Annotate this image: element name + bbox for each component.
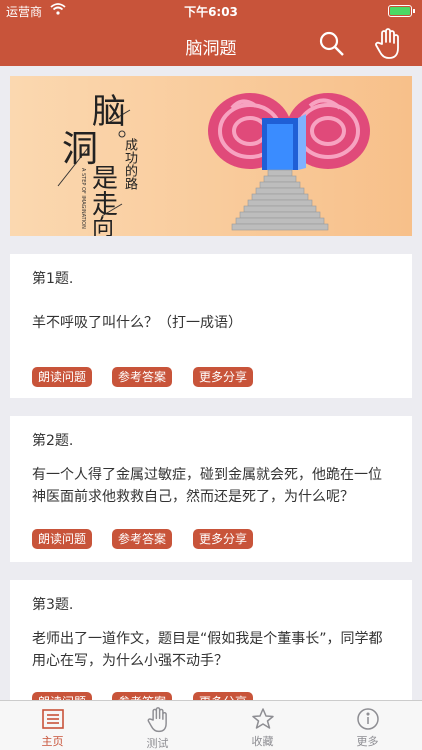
read-question-button[interactable]: 朗读问题	[32, 692, 93, 700]
question-number: 第3题.	[32, 597, 74, 613]
tab-home[interactable]: 主页	[0, 701, 105, 750]
read-question-button[interactable]: 朗读问题	[32, 367, 93, 387]
reference-answer-button[interactable]: 参考答案	[112, 367, 173, 387]
info-icon	[356, 708, 379, 730]
read-question-button[interactable]: 朗读问题	[32, 529, 93, 549]
tab-label: 更多	[356, 735, 379, 748]
tab-favorites[interactable]: 收藏	[210, 701, 315, 750]
tab-test[interactable]: 测试	[105, 701, 210, 750]
question-card: 第3题. 老师出了一道作文，题目是“假如我是个董事长”，同学都 用心在写，为什么…	[10, 580, 412, 700]
tab-label: 主页	[41, 735, 64, 748]
tab-label: 收藏	[251, 735, 274, 748]
banner-char-5: 向	[92, 216, 115, 236]
banner-image[interactable]: 脑 洞 是 走 向 成功的路 A STEP OF IMAGINATION	[10, 76, 412, 236]
question-text: 老师出了一道作文，题目是“假如我是个董事长”，同学都	[32, 631, 383, 647]
more-share-button[interactable]: 更多分享	[193, 367, 254, 387]
banner-small-text: A STEP OF IMAGINATION	[80, 168, 86, 229]
nav-bar: 脑洞题	[0, 22, 422, 66]
question-card: 第2题. 有一个人得了金属过敏症，碰到金属就会死，他跪在一位 神医面前求他救救自…	[10, 416, 412, 562]
status-time: 下午6:03	[184, 5, 238, 19]
question-number: 第1题.	[32, 271, 74, 287]
page-title: 脑洞题	[185, 39, 237, 59]
hand-icon[interactable]	[374, 28, 402, 60]
search-icon[interactable]	[318, 30, 346, 58]
battery-icon	[388, 5, 415, 17]
hand-icon	[147, 707, 167, 733]
status-bar: 运营商 下午6:03	[0, 0, 422, 22]
tab-bar: 主页 测试 收藏 更多	[0, 700, 422, 750]
reference-answer-button[interactable]: 参考答案	[112, 692, 173, 700]
list-icon	[41, 709, 64, 729]
question-text: 羊不呼吸了叫什么？（打一成语）	[32, 315, 242, 331]
tab-label: 测试	[146, 737, 169, 750]
question-card: 第1题. 羊不呼吸了叫什么？（打一成语） 朗读问题 参考答案 更多分享	[10, 254, 412, 398]
tab-more[interactable]: 更多	[315, 701, 420, 750]
banner-subtitle: 成功的路	[122, 138, 137, 190]
more-share-button[interactable]: 更多分享	[193, 529, 254, 549]
reference-answer-button[interactable]: 参考答案	[112, 529, 173, 549]
star-icon	[251, 708, 274, 729]
question-text: 有一个人得了金属过敏症，碰到金属就会死，他跪在一位	[32, 467, 382, 483]
more-share-button[interactable]: 更多分享	[193, 692, 254, 700]
question-number: 第2题.	[32, 433, 74, 449]
question-text: 用心在写，为什么小强不动手？	[32, 653, 228, 669]
question-text: 神医面前求他救救自己，然而还是死了，为什么呢？	[32, 489, 354, 505]
